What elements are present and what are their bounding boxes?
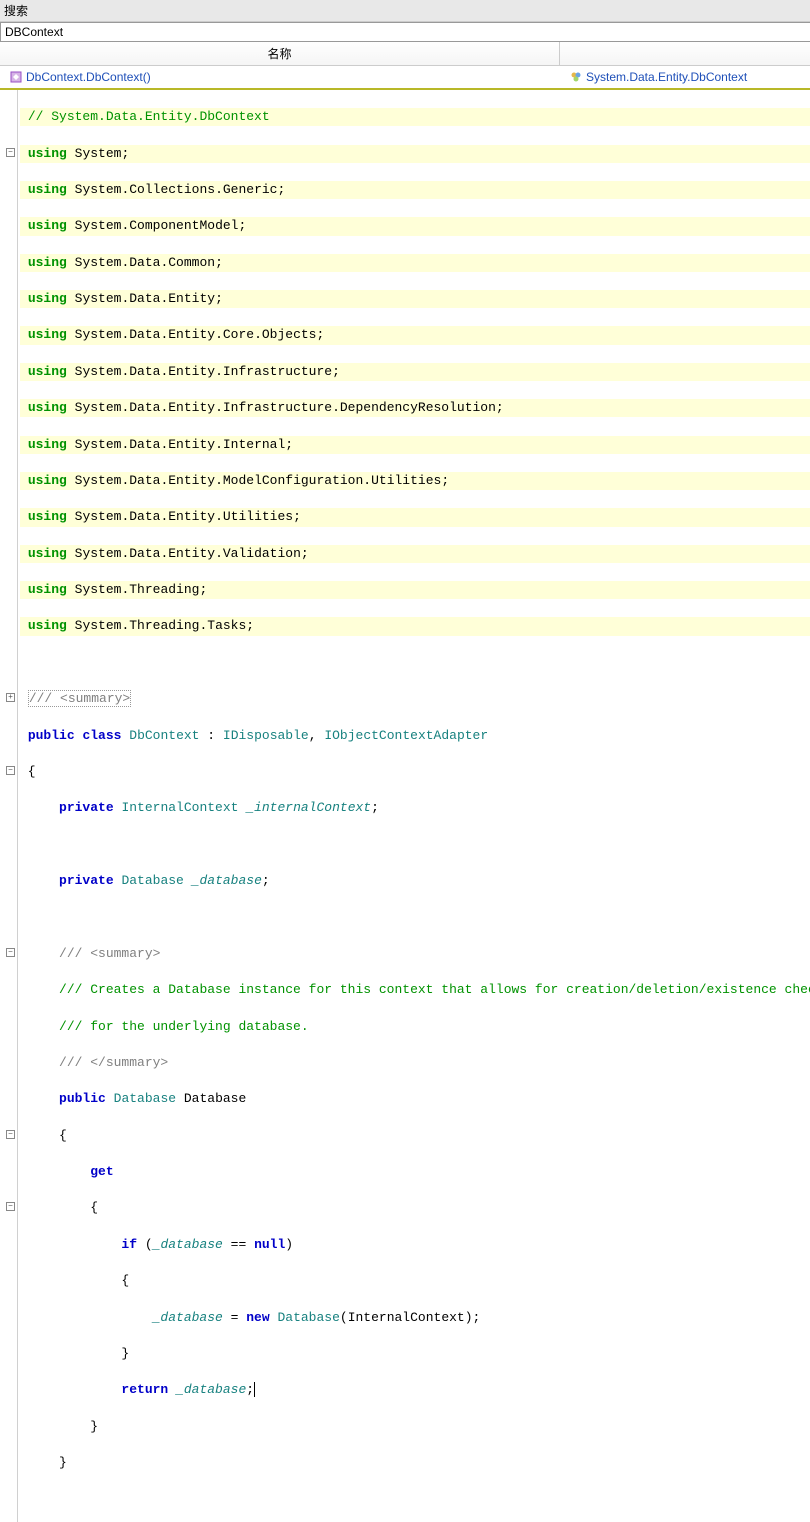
method-icon xyxy=(10,71,22,83)
text-caret xyxy=(254,1382,255,1397)
fold-icon[interactable]: − xyxy=(6,766,15,775)
search-input[interactable] xyxy=(5,25,806,39)
results-row: DbContext.DbContext() System.Data.Entity… xyxy=(0,66,810,88)
column-header-name[interactable]: 名称 xyxy=(0,42,560,65)
fold-icon[interactable]: − xyxy=(6,1130,15,1139)
search-panel-title: 搜索 xyxy=(0,0,810,22)
top-comment: // System.Data.Entity.DbContext xyxy=(28,109,270,124)
result-method-text: DbContext.DbContext() xyxy=(26,70,151,84)
fold-icon[interactable]: + xyxy=(6,693,15,702)
gutter xyxy=(0,90,18,1522)
fold-icon[interactable]: − xyxy=(6,148,15,157)
code-editor[interactable]: // System.Data.Entity.DbContext − using … xyxy=(0,88,810,1522)
code-body: // System.Data.Entity.DbContext − using … xyxy=(18,90,810,1522)
column-header-right[interactable] xyxy=(560,42,810,65)
search-input-row xyxy=(0,22,810,42)
result-class[interactable]: System.Data.Entity.DbContext xyxy=(560,68,810,86)
fold-icon[interactable]: − xyxy=(6,1202,15,1211)
result-class-text: System.Data.Entity.DbContext xyxy=(586,70,747,84)
results-header-row: 名称 xyxy=(0,42,810,66)
fold-icon[interactable]: − xyxy=(6,948,15,957)
result-method[interactable]: DbContext.DbContext() xyxy=(0,68,560,86)
class-icon xyxy=(570,71,582,83)
